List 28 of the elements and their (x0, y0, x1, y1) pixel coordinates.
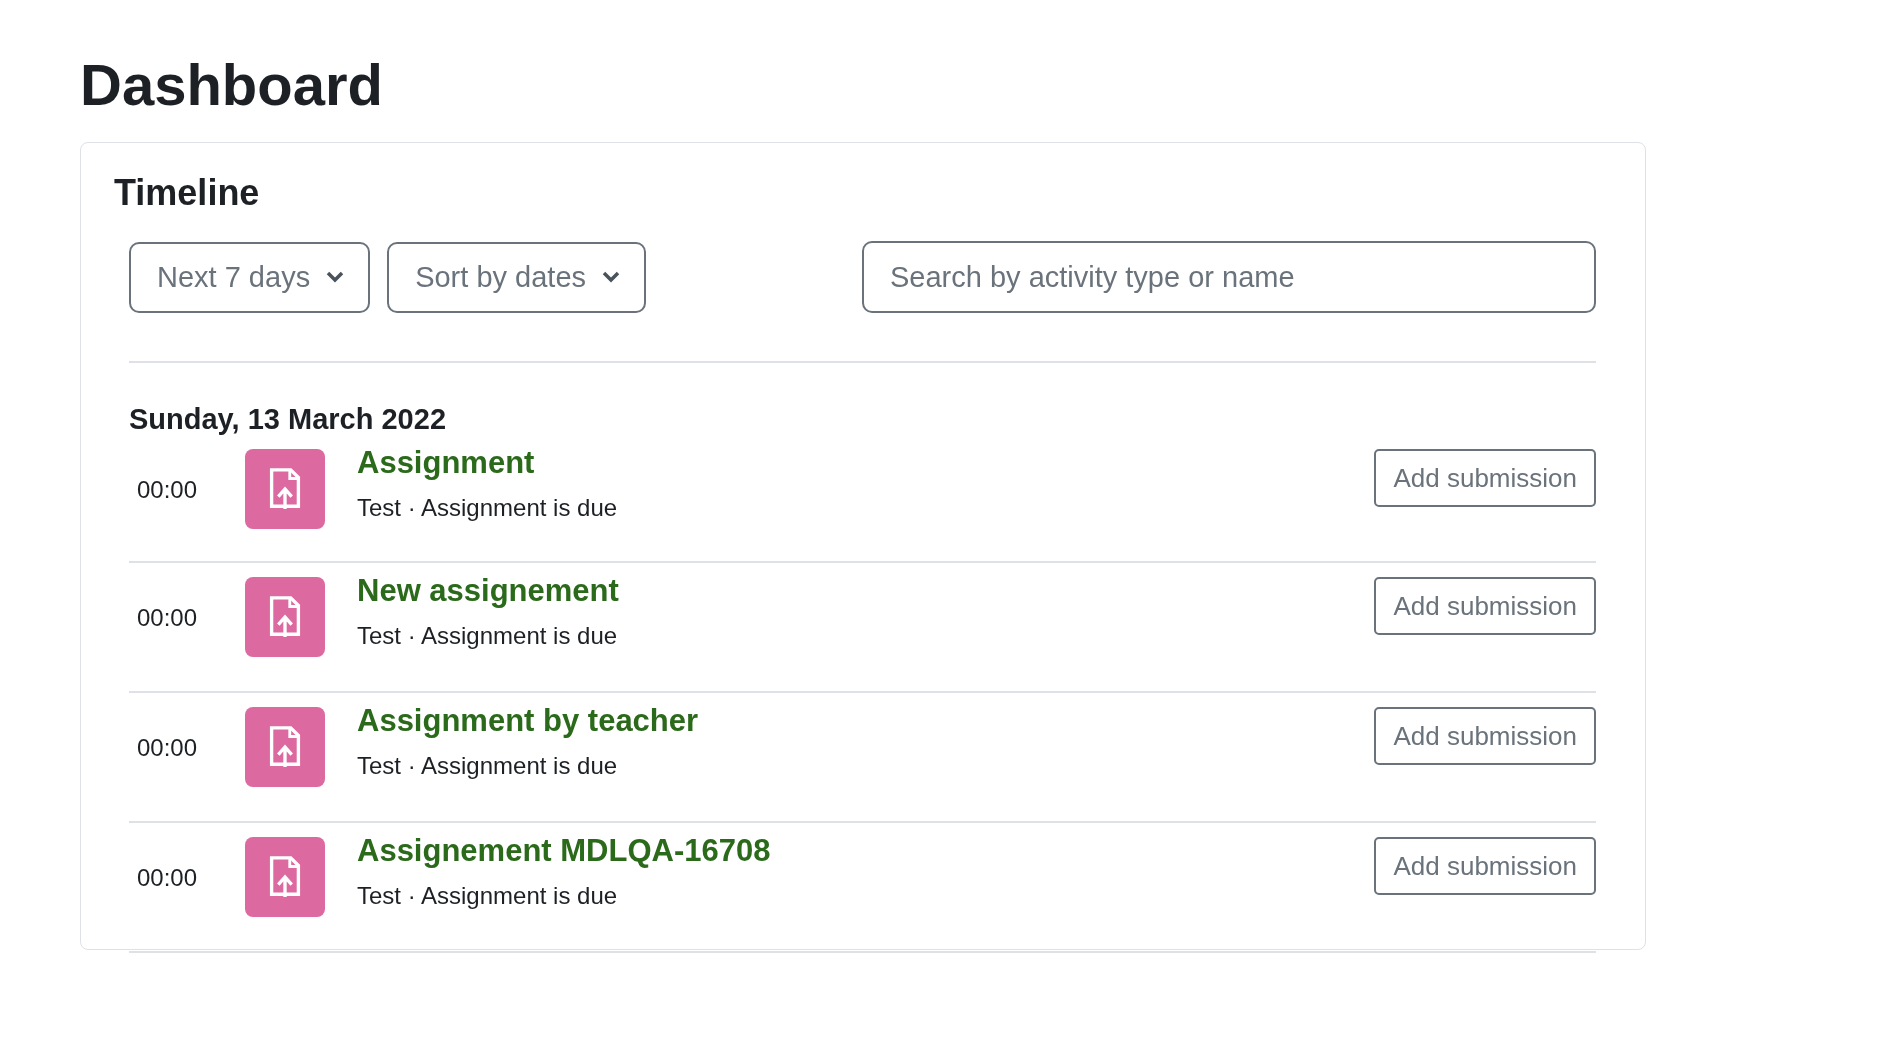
event-link[interactable]: Assignment by teacher (357, 702, 699, 740)
assignment-icon (245, 837, 325, 917)
add-submission-button[interactable]: Add submission (1374, 577, 1596, 635)
caret-icon (602, 271, 620, 283)
event-detail: Test · Assignment is due (357, 752, 619, 780)
assignment-icon (245, 449, 325, 529)
event-link[interactable]: New assignement (357, 572, 619, 610)
event-time: 00:00 (136, 734, 199, 762)
search-field[interactable]: Search by activity type or name (862, 241, 1596, 313)
event-time: 00:00 (136, 476, 199, 504)
event-detail: Test · Assignment is due (357, 622, 619, 650)
event-time: 00:00 (136, 604, 199, 632)
event-detail: Test · Assignment is due (357, 494, 619, 522)
dropdown-button[interactable]: Sort by dates (387, 241, 646, 313)
caret-icon (326, 271, 345, 283)
add-submission-button[interactable]: Add submission (1374, 837, 1596, 895)
date-heading: Sunday, 13 March 2022 (129, 402, 447, 437)
event-link[interactable]: Assignment (357, 444, 535, 482)
block-title: Timeline (114, 171, 261, 215)
add-submission-button[interactable]: Add submission (1374, 449, 1596, 507)
assignment-icon (245, 577, 325, 657)
event-detail: Test · Assignment is due (357, 882, 619, 910)
event-link[interactable]: Assignement MDLQA-16708 (357, 832, 771, 870)
add-submission-button[interactable]: Add submission (1374, 707, 1596, 765)
page-title: Dashboard (80, 51, 384, 119)
event-time: 00:00 (136, 864, 199, 892)
assignment-icon (245, 707, 325, 787)
dropdown-button[interactable]: Next 7 days (129, 241, 371, 313)
